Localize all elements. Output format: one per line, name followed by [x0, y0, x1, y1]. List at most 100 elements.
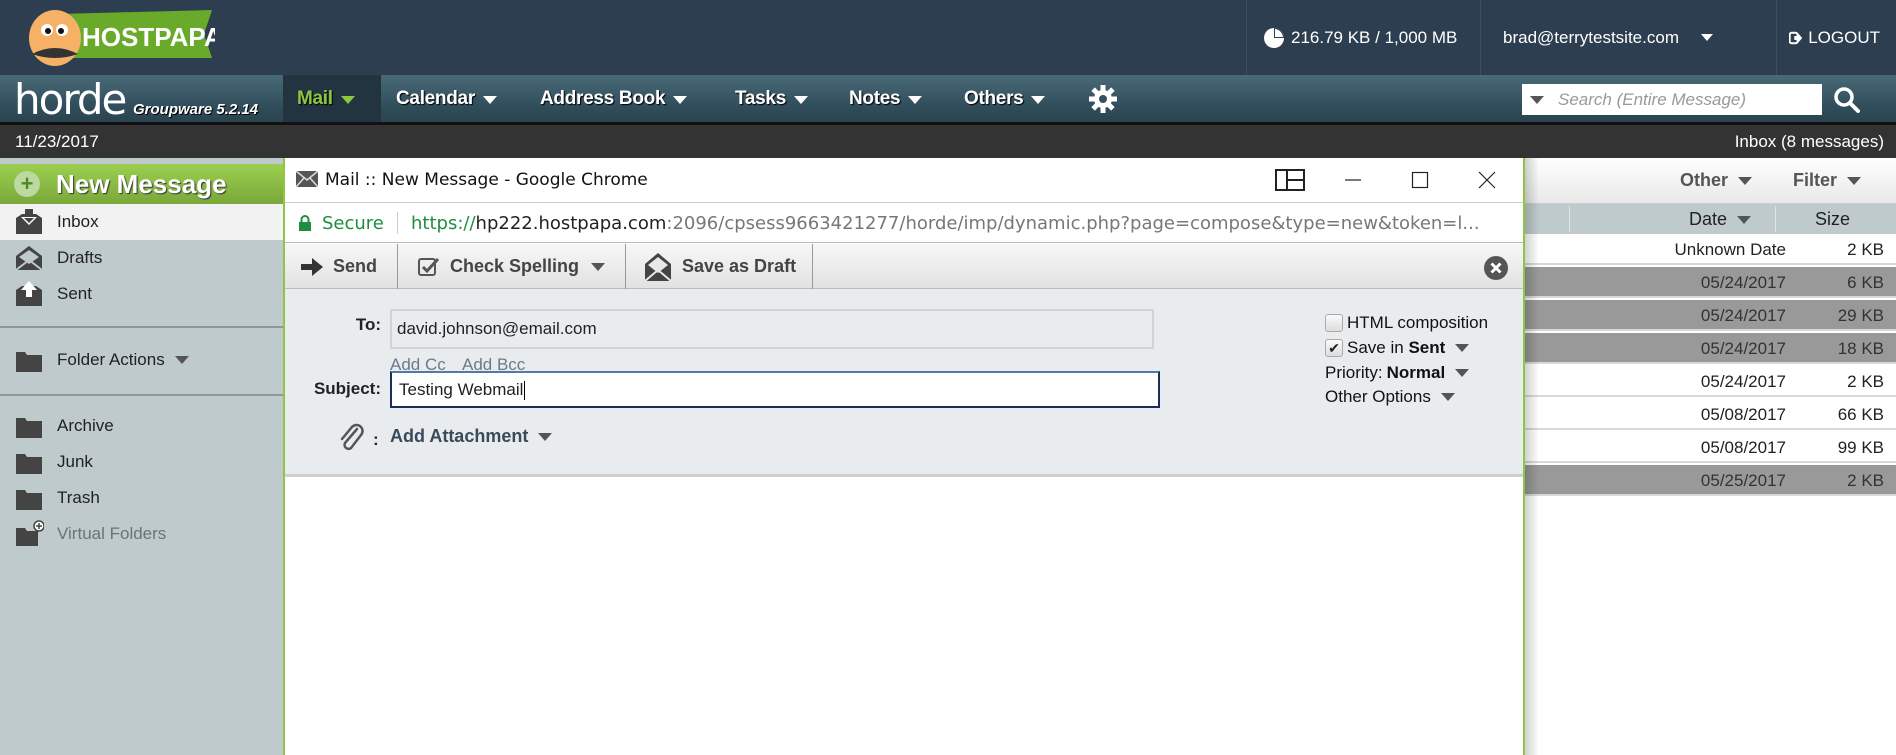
sidebar-item-archive[interactable]: Archive — [0, 408, 283, 444]
search-input[interactable]: Search (Entire Message) — [1522, 84, 1822, 115]
chevron-down-icon[interactable] — [1455, 344, 1470, 352]
quota-display: 216.79 KB / 1,000 MB — [1246, 0, 1480, 75]
message-row[interactable]: 05/24/2017 18 KB — [1525, 333, 1896, 364]
sidebar-item-inbox[interactable]: Inbox — [0, 204, 283, 240]
top-bar: HOSTPAPA 216.79 KB / 1,000 MB brad@terry… — [0, 0, 1896, 75]
folder-label: Archive — [57, 416, 114, 435]
nav-bar: horde Groupware 5.2.14 Mail Calendar Add… — [0, 75, 1896, 125]
subject-input[interactable]: Testing Webmail — [390, 371, 1160, 408]
column-header-size[interactable]: Size — [1815, 209, 1850, 230]
chevron-down-icon — [1847, 176, 1862, 185]
folder-actions-menu[interactable]: Folder Actions — [0, 342, 283, 378]
to-recipient[interactable]: david.johnson@email.com — [397, 319, 597, 338]
message-row[interactable]: 05/24/2017 6 KB — [1525, 267, 1896, 298]
message-date: 05/24/2017 — [1700, 339, 1786, 358]
message-row[interactable]: 05/24/2017 29 KB — [1525, 300, 1896, 331]
chevron-down-icon — [1440, 393, 1455, 401]
message-size: 18 KB — [1837, 339, 1884, 358]
nav-mail[interactable]: Mail — [283, 75, 381, 122]
minimize-button[interactable] — [1331, 166, 1375, 194]
check-spelling-button[interactable]: Check Spelling — [398, 244, 626, 289]
subject-label: Subject: — [313, 379, 381, 398]
svg-text:HOSTPAPA: HOSTPAPA — [82, 22, 215, 52]
filter-menu-button[interactable]: Filter — [1793, 170, 1862, 191]
nav-calendar[interactable]: Calendar — [396, 75, 497, 122]
logout-button[interactable]: LOGOUT — [1776, 0, 1896, 75]
user-menu[interactable]: brad@terrytestsite.com — [1480, 0, 1713, 75]
nav-tasks[interactable]: Tasks — [735, 75, 808, 122]
settings-button[interactable] — [1088, 75, 1118, 122]
message-row[interactable]: Unknown Date 2 KB — [1525, 234, 1896, 265]
new-message-label: New Message — [56, 168, 227, 199]
divider — [0, 394, 283, 396]
nav-tasks-label: Tasks — [735, 87, 786, 109]
close-window-button[interactable] — [1465, 166, 1509, 194]
checkbox-check-icon — [418, 257, 440, 276]
hostpapa-logo[interactable]: HOSTPAPA — [20, 4, 223, 70]
nav-others[interactable]: Others — [964, 75, 1046, 122]
size-header-label: Size — [1815, 209, 1851, 229]
inbox-icon — [16, 209, 42, 234]
priority-label: Priority: — [1325, 363, 1383, 382]
chevron-down-icon — [908, 96, 923, 104]
message-date: 05/24/2017 — [1700, 372, 1786, 391]
send-button[interactable]: Send — [285, 244, 398, 289]
window-layout-button[interactable] — [1268, 166, 1312, 194]
paperclip-icon — [340, 423, 364, 451]
html-composition-checkbox[interactable] — [1325, 314, 1343, 332]
close-compose-button[interactable] — [1483, 255, 1509, 286]
nav-calendar-label: Calendar — [396, 87, 475, 109]
secure-label: Secure — [322, 213, 384, 234]
priority-option[interactable]: Priority: Normal — [1325, 363, 1470, 383]
folder-label: Drafts — [57, 248, 103, 267]
sidebar-item-virtual-folders[interactable]: Virtual Folders — [0, 516, 283, 552]
other-options-label: Other Options — [1325, 387, 1431, 406]
maximize-icon — [1411, 171, 1429, 189]
message-row[interactable]: 05/08/2017 66 KB — [1525, 399, 1896, 430]
folder-label: Trash — [57, 488, 100, 507]
new-message-button[interactable]: + New Message — [0, 164, 283, 204]
plus-icon: + — [14, 171, 40, 197]
save-draft-button[interactable]: Save as Draft — [626, 244, 813, 289]
horde-logo[interactable]: horde — [14, 79, 127, 121]
search-scope-dropdown-icon[interactable] — [1530, 95, 1544, 104]
add-attachment-button[interactable]: Add Attachment — [390, 426, 553, 447]
send-label: Send — [333, 256, 378, 276]
nav-address-book[interactable]: Address Book — [540, 75, 688, 122]
sidebar-item-drafts[interactable]: Drafts — [0, 240, 283, 276]
other-options-menu[interactable]: Other Options — [1325, 387, 1455, 407]
column-header-date[interactable]: Date — [1689, 209, 1752, 230]
sidebar-item-trash[interactable]: Trash — [0, 480, 283, 516]
minimize-icon — [1345, 179, 1361, 181]
message-list: Other Filter Date Size Unknown Date 2 KB 0… — [1525, 158, 1896, 755]
chevron-down-icon — [340, 96, 355, 104]
address-bar[interactable]: Secure https://hp222.hostpapa.com:2096/c… — [285, 203, 1523, 243]
message-row[interactable]: 05/08/2017 99 KB — [1525, 432, 1896, 463]
maximize-button[interactable] — [1398, 166, 1442, 194]
save-in-sent-option[interactable]: ✔ Save in Sent — [1325, 338, 1470, 358]
window-title-bar: Mail :: New Message - Google Chrome — [285, 158, 1523, 203]
other-label: Other — [1680, 170, 1729, 190]
message-body-editor[interactable] — [285, 477, 1523, 755]
logout-label: LOGOUT — [1808, 27, 1880, 47]
pie-chart-icon — [1264, 27, 1284, 48]
mail-icon — [296, 171, 318, 187]
message-date: 05/08/2017 — [1700, 438, 1786, 457]
search-button[interactable] — [1832, 85, 1862, 120]
shadow — [1525, 158, 1539, 755]
message-row[interactable]: 05/25/2017 2 KB — [1525, 465, 1896, 496]
chevron-down-icon — [591, 262, 606, 271]
save-in-folder: Sent — [1408, 338, 1446, 357]
save-in-sent-checkbox[interactable]: ✔ — [1325, 339, 1343, 357]
html-composition-option[interactable]: HTML composition — [1325, 313, 1488, 333]
nav-notes[interactable]: Notes — [849, 75, 923, 122]
column-divider — [1775, 206, 1776, 232]
nav-address-book-label: Address Book — [540, 87, 666, 109]
sidebar-item-junk[interactable]: Junk — [0, 444, 283, 480]
folder-label: Inbox — [57, 212, 99, 231]
message-row[interactable]: 05/24/2017 2 KB — [1525, 366, 1896, 397]
sidebar-item-sent[interactable]: Sent — [0, 276, 283, 312]
folder-icon — [16, 418, 42, 438]
to-field[interactable]: david.johnson@email.com — [390, 309, 1154, 349]
other-menu-button[interactable]: Other — [1680, 170, 1753, 191]
